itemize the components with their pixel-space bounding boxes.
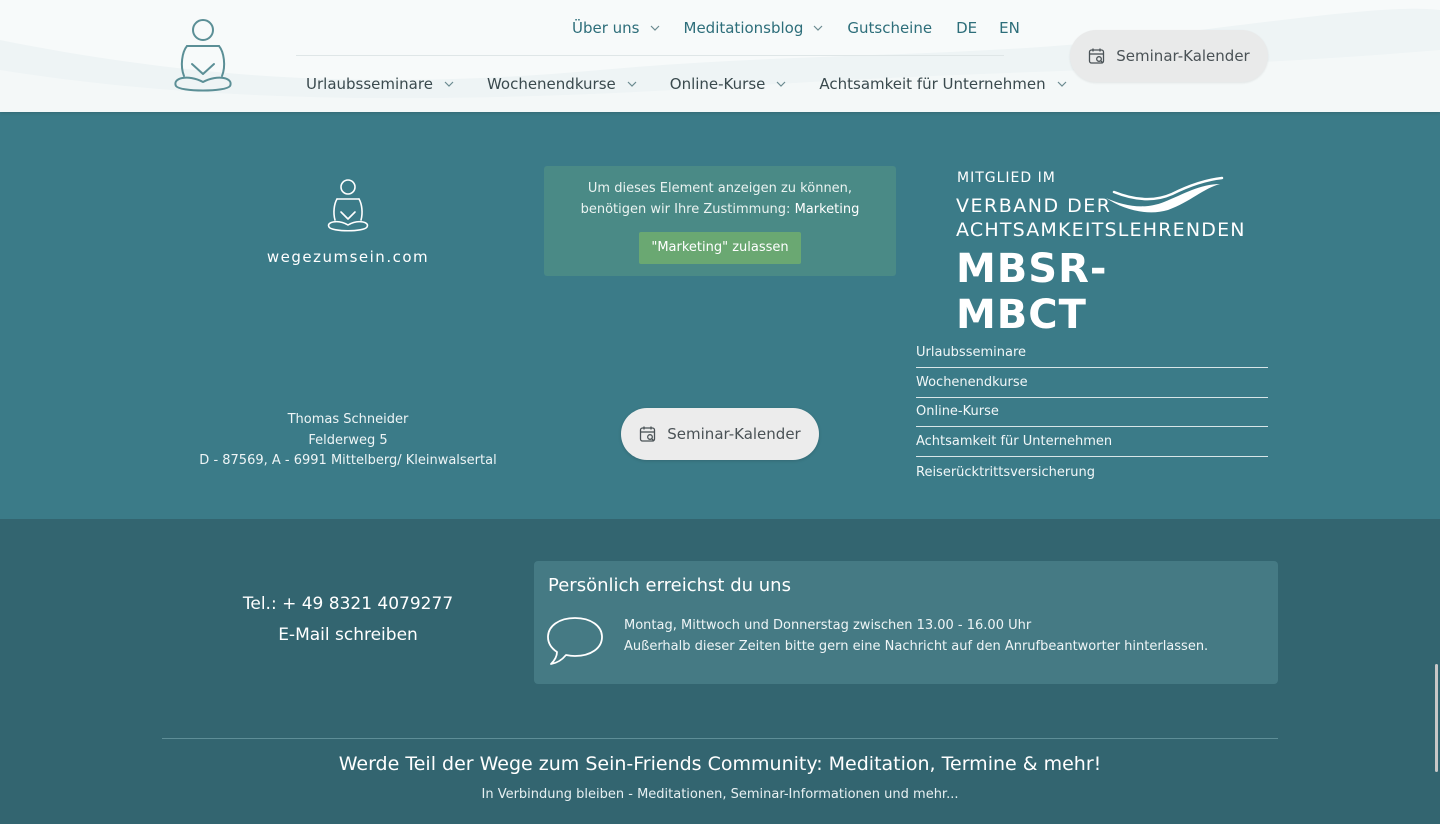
membership-line-1: MITGLIED IM <box>957 170 1056 186</box>
nav-divider <box>296 55 1004 56</box>
footer-link-wochenendkurse[interactable]: Wochenendkurse <box>916 368 1268 398</box>
seminar-calendar-button-footer[interactable]: Seminar-Kalender <box>621 408 819 460</box>
consent-placeholder: Um dieses Element anzeigen zu können, be… <box>544 166 896 276</box>
contact-block: Tel.: + 49 8321 4079277 E-Mail schreiben <box>198 594 498 645</box>
nav-item-label: Online-Kurse <box>669 75 766 93</box>
consent-category: Marketing <box>794 202 860 217</box>
logo-icon[interactable] <box>168 16 238 96</box>
chevron-down-icon <box>813 25 823 31</box>
chevron-down-icon <box>776 81 786 87</box>
chevron-down-icon <box>444 81 454 87</box>
seminar-calendar-button[interactable]: Seminar-Kalender <box>1070 30 1268 82</box>
nav-item-label: DE <box>956 19 978 37</box>
availability-hours: Montag, Mittwoch und Donnerstag zwischen… <box>624 618 1032 633</box>
allow-marketing-button[interactable]: "Marketing" zulassen <box>639 232 801 264</box>
language-en[interactable]: EN <box>999 19 1020 37</box>
meditation-logo-icon <box>327 179 369 232</box>
nav-item-wochenendkurse[interactable]: Wochenendkurse <box>487 75 637 93</box>
availability-box: Persönlich erreichst du uns Montag, Mitt… <box>534 561 1278 684</box>
community-title: Werde Teil der Wege zum Sein-Friends Com… <box>338 753 1102 775</box>
chevron-down-icon <box>650 25 659 31</box>
page-scrollbar[interactable] <box>1435 664 1438 772</box>
nav-item-label: Über uns <box>572 19 640 37</box>
nav-item-gutscheine[interactable]: Gutscheine <box>847 19 932 37</box>
main-navigation: Urlaubsseminare Wochenendkurse Online-Ku… <box>306 72 1100 96</box>
footer-link-urlaubsseminare[interactable]: Urlaubsseminare <box>916 338 1268 368</box>
phone-link[interactable]: Tel.: + 49 8321 4079277 <box>198 594 498 620</box>
membership-line-4: MBSR-MBCT <box>956 246 1108 338</box>
top-navigation: Über uns Meditationsblog Gutscheine DE E… <box>572 16 1044 40</box>
membership-line-3: ACHTSAMKEITSLEHRENDEN <box>956 219 1246 241</box>
address-name: Thomas Schneider <box>287 412 409 427</box>
nav-item-label: EN <box>999 19 1020 37</box>
membership-badge[interactable]: MITGLIED IM VERBAND DER ACHTSAMKEITSLEHR… <box>956 170 1245 338</box>
brand-name: wegezumsein.com <box>266 248 430 266</box>
calendar-search-icon <box>1089 48 1105 64</box>
consent-text: Um dieses Element anzeigen zu können, be… <box>544 178 896 220</box>
nav-item-ueber-uns[interactable]: Über uns <box>572 19 660 37</box>
speech-bubble-icon <box>547 617 603 665</box>
footer-links: Urlaubsseminare Wochenendkurse Online-Ku… <box>916 338 1268 487</box>
community-subtitle: In Verbindung bleiben - Meditationen, Se… <box>481 787 959 802</box>
availability-note: Außerhalb dieser Zeiten bitte gern eine … <box>624 639 1209 654</box>
address-city: D - 87569, A - 6991 Mittelberg/ Kleinwal… <box>199 453 497 468</box>
section-divider <box>162 738 1278 739</box>
footer-address: Thomas Schneider Felderweg 5 D - 87569, … <box>198 410 498 472</box>
language-de[interactable]: DE <box>956 19 977 37</box>
email-link[interactable]: E-Mail schreiben <box>198 625 498 645</box>
nav-item-label: Wochenendkurse <box>486 75 616 93</box>
availability-title: Persönlich erreichst du uns <box>548 575 791 596</box>
chevron-down-icon <box>627 81 637 87</box>
site-header: Über uns Meditationsblog Gutscheine DE E… <box>0 0 1440 112</box>
nav-item-achtsamkeit-unternehmen[interactable]: Achtsamkeit für Unternehmen <box>819 75 1067 93</box>
footer-link-achtsamkeit-unternehmen[interactable]: Achtsamkeit für Unternehmen <box>916 427 1268 458</box>
nav-item-label: Gutscheine <box>847 19 933 37</box>
nav-item-label: Urlaubsseminare <box>306 75 433 93</box>
footer-brand[interactable]: wegezumsein.com <box>258 178 438 266</box>
wave-logo-icon <box>1106 176 1224 213</box>
nav-item-label: Meditationsblog <box>683 19 804 37</box>
button-label: Seminar-Kalender <box>1116 47 1250 65</box>
nav-item-urlaubsseminare[interactable]: Urlaubsseminare <box>306 75 454 93</box>
footer-link-online-kurse[interactable]: Online-Kurse <box>916 398 1268 428</box>
chevron-down-icon <box>1057 81 1067 87</box>
nav-item-label: Achtsamkeit für Unternehmen <box>819 75 1046 93</box>
footer-link-reiseruecktritt[interactable]: Reiserücktrittsversicherung <box>916 457 1268 487</box>
calendar-search-icon <box>640 426 656 442</box>
button-label: Seminar-Kalender <box>667 425 801 443</box>
membership-line-2: VERBAND DER <box>956 195 1112 217</box>
nav-item-meditationsblog[interactable]: Meditationsblog <box>684 19 824 37</box>
address-street: Felderweg 5 <box>308 432 388 448</box>
nav-item-online-kurse[interactable]: Online-Kurse <box>670 75 787 93</box>
